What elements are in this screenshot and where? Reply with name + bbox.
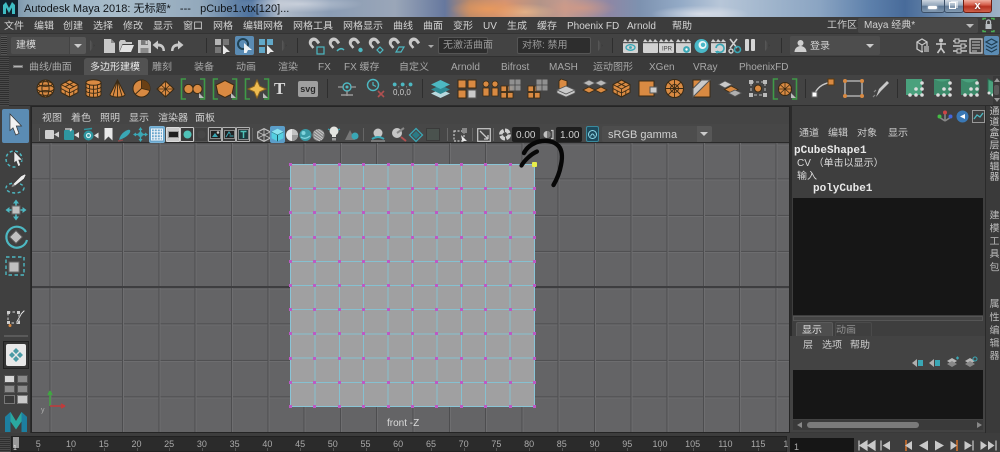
svg-text:y: y xyxy=(41,407,45,414)
svg-text:IPR: IPR xyxy=(662,47,673,53)
